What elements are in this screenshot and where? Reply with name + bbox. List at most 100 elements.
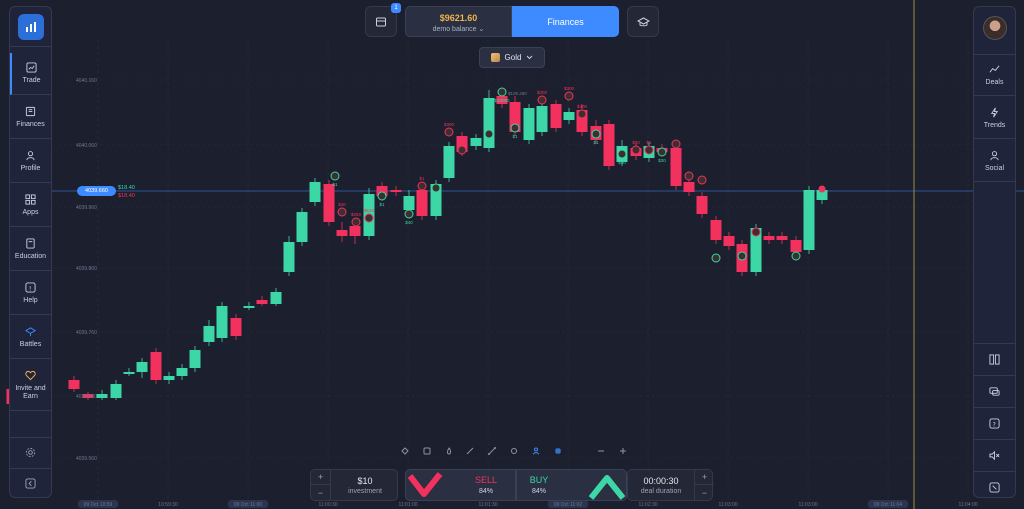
price-axis-label: 4040.160 — [76, 78, 97, 84]
candle-body — [616, 146, 628, 162]
trader-avatar-marker — [444, 127, 454, 137]
candle-body — [803, 190, 815, 250]
candle-body — [736, 244, 748, 272]
candle-body — [723, 236, 735, 246]
investment-value[interactable]: $10 — [333, 476, 397, 486]
candle-body — [603, 124, 615, 166]
balance-label: demo balance ⌄ — [432, 26, 485, 33]
trendline-button[interactable] — [487, 446, 497, 456]
indicators-button[interactable] — [444, 446, 454, 456]
asset-name: Gold — [504, 53, 522, 62]
nav-trade[interactable]: Trade — [10, 53, 51, 95]
trader-avatar-marker — [364, 213, 374, 223]
candle-body — [710, 220, 722, 240]
sound-button[interactable] — [974, 439, 1015, 471]
duration-label: deal duration — [640, 488, 682, 495]
chart-type-button[interactable] — [400, 446, 410, 456]
nav-battles[interactable]: Battles — [10, 317, 51, 359]
nav-label: Education — [14, 253, 47, 260]
time-axis-label: 11:00:30 — [318, 502, 337, 508]
trade-amount-label: $40 — [618, 160, 626, 165]
grid-button[interactable] — [553, 446, 563, 456]
arrow-up-icon — [588, 475, 626, 500]
candle-body — [496, 96, 508, 104]
trade-amount-label: $40 — [458, 140, 466, 145]
timeframe-button[interactable] — [422, 446, 432, 456]
nav-profile[interactable]: Profile — [10, 141, 51, 183]
trade-amount-label: $1 — [433, 194, 439, 199]
candle-body — [110, 384, 122, 398]
support-button[interactable]: ? — [974, 407, 1015, 439]
draw-button[interactable] — [465, 446, 475, 456]
grid-icon — [554, 448, 561, 454]
fullscreen-button[interactable] — [974, 471, 1015, 503]
crosshair-button[interactable] — [509, 446, 519, 456]
heart-icon — [25, 370, 36, 381]
chart-toolbar — [400, 444, 628, 458]
nav-label: Battles — [19, 341, 42, 348]
investment-decrease-button[interactable]: − — [311, 485, 331, 500]
candle-body — [590, 126, 602, 140]
price-down-label: $18.40 — [118, 193, 135, 199]
candle-body — [670, 148, 682, 186]
battles-shortcut-button[interactable] — [627, 6, 659, 37]
buy-button[interactable]: BUY 84% — [516, 469, 627, 501]
zoom-out-button[interactable] — [596, 446, 606, 456]
trade-markers: $1 $40 $250$610 $1 $40 $1 $1 $300 $40 $1 $10000 $1 $… — [330, 86, 826, 263]
finances-button[interactable]: Finances — [512, 6, 619, 37]
settings-button[interactable] — [10, 437, 51, 467]
sell-button[interactable]: SELL 84% — [405, 469, 516, 501]
trader-avatar-marker — [351, 217, 361, 227]
time-axis-label: 09 Oct 11:04 — [874, 502, 902, 508]
nav-help[interactable]: ! Help — [10, 273, 51, 315]
nav-social[interactable]: Social — [974, 140, 1015, 182]
trader-avatar-marker — [537, 95, 547, 105]
trader-avatar-marker — [617, 149, 627, 159]
right-sidebar: Deals Trends Social ? — [973, 6, 1016, 498]
duration-increase-button[interactable]: + — [694, 470, 714, 485]
collapse-button[interactable] — [10, 468, 51, 498]
trade-amount-label: $300 — [564, 86, 575, 91]
trade-amount-label: $1 — [332, 182, 338, 187]
candle-body — [696, 196, 708, 214]
duration-decrease-button[interactable]: − — [694, 485, 714, 500]
trade-amount-label: $1 — [419, 176, 425, 181]
candle-body — [643, 146, 655, 158]
trader-avatar-marker — [751, 227, 761, 237]
nav-deals[interactable]: Deals — [974, 54, 1015, 96]
candle-body — [68, 380, 80, 389]
nav-label: Invite and Earn — [15, 385, 46, 400]
social-trades-button[interactable] — [531, 446, 541, 456]
svg-text:!: ! — [29, 284, 32, 292]
chat-button[interactable] — [974, 375, 1015, 407]
time-axis-label: 10:59:30 — [158, 502, 178, 508]
time-axis-label: 11:01:30 — [478, 502, 497, 508]
duration-value[interactable]: 00:00:30 — [628, 476, 694, 486]
balance-selector[interactable]: $9621.60 demo balance ⌄ — [405, 6, 512, 37]
candle-body — [349, 226, 361, 236]
nav-apps[interactable]: Apps — [10, 185, 51, 227]
arrow-down-icon — [407, 472, 443, 497]
nav-finances[interactable]: Finances — [10, 97, 51, 139]
fullscreen-icon — [989, 482, 1000, 493]
zoom-in-button[interactable] — [618, 446, 628, 456]
candle-body — [376, 186, 388, 196]
nav-invite-and-earn[interactable]: Invite and Earn — [10, 361, 51, 411]
investment-increase-button[interactable]: + — [311, 470, 331, 485]
asset-selector[interactable]: Gold — [479, 47, 545, 68]
social-icon — [990, 150, 999, 160]
price-chart[interactable]: $1 $40 $250$610 $1 $40 $1 $1 $300 $40 $1 $10000 $1 $… — [0, 0, 1024, 509]
layout-button[interactable] — [974, 343, 1015, 375]
logo[interactable] — [10, 7, 51, 47]
candle-body — [136, 362, 148, 372]
trader-avatar-marker — [484, 129, 494, 139]
nav-trends[interactable]: Trends — [974, 97, 1015, 139]
store-icon — [376, 17, 386, 26]
avatar[interactable] — [983, 16, 1007, 40]
time-axis-label: 09 Oct 10:59 — [84, 502, 113, 508]
nav-label: Social — [984, 164, 1005, 172]
nav-education[interactable]: Education — [10, 229, 51, 271]
time-axis-date-chip — [548, 500, 588, 508]
candle-body — [416, 190, 428, 216]
left-sidebar: Trade Finances Profile Apps Education ! … — [9, 6, 52, 498]
